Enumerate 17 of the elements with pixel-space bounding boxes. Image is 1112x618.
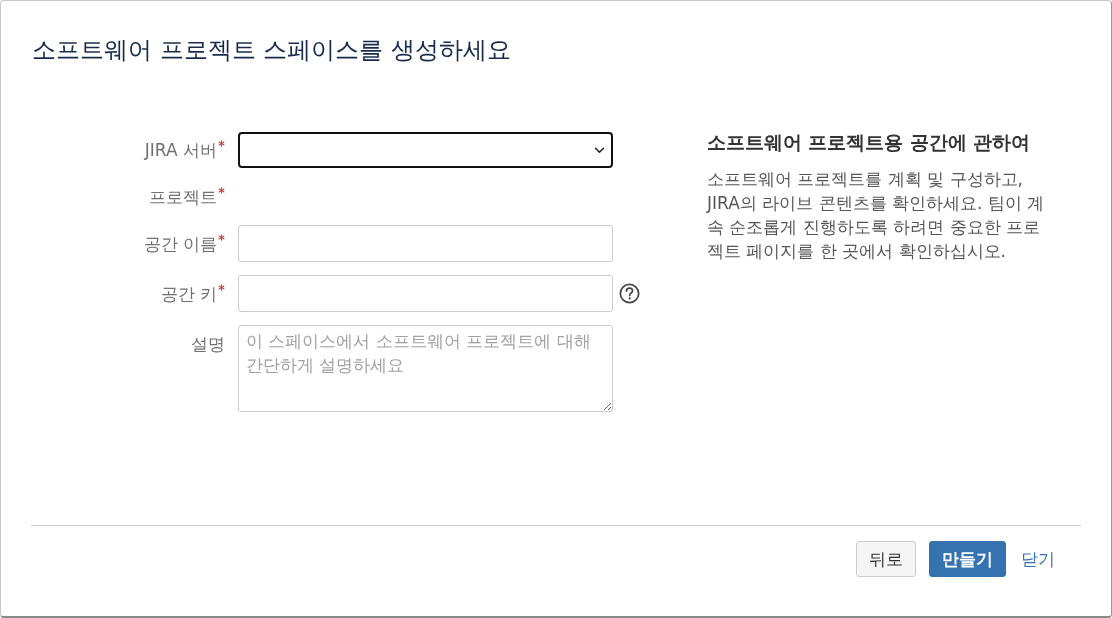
field-label: 공간 키: [160, 282, 217, 305]
server-select[interactable]: [238, 132, 613, 168]
dialog-title: 소프트웨어 프로젝트 스페이스를 생성하세요: [32, 35, 511, 65]
text-input-field[interactable]: [238, 225, 613, 262]
field-label: 프로젝트: [149, 185, 217, 208]
help-icon[interactable]: [619, 283, 640, 304]
field-label: JIRA 서버: [144, 139, 217, 161]
field-label: 설명: [191, 333, 225, 355]
info-heading: 소프트웨어 프로젝트용 공간에 관하여: [707, 132, 1031, 154]
close-link[interactable]: 닫기: [1019, 541, 1057, 577]
text-input-field[interactable]: [238, 275, 613, 312]
description-textarea[interactable]: 이 스페이스에서 소프트웨어 프로젝트에 대해 간단하게 설명하세요: [238, 325, 613, 412]
back-button[interactable]: 뒤로: [856, 541, 916, 577]
field-label: 공간 이름: [143, 232, 217, 255]
info-paragraph: 소프트웨어 프로젝트를 계획 및 구성하고, JIRA의 라이브 콘텐츠를 확인하세요. 팀이 계속 순조롭게 진행하도록 하려면 중요한 프로젝트 페이지를 한 곳에서 확인하십시오.: [707, 168, 1046, 263]
chevron-down-icon: [594, 146, 605, 154]
create-button[interactable]: 만들기: [929, 541, 1006, 577]
